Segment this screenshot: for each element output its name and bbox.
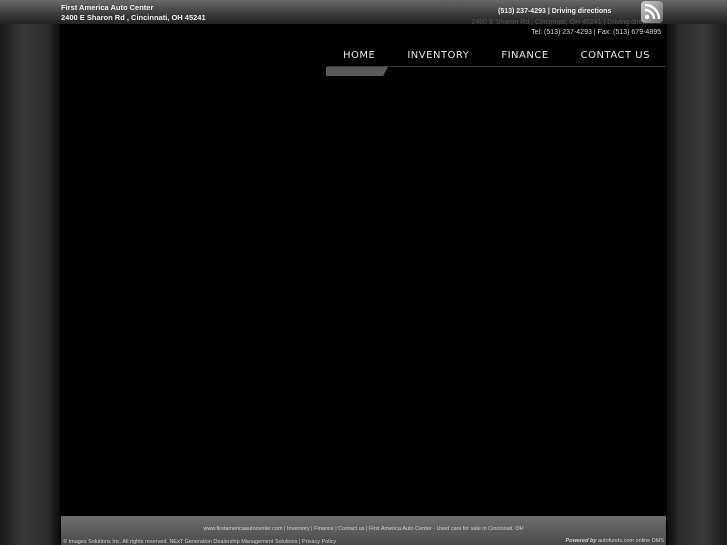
nav-finance[interactable]: Finance <box>501 50 548 61</box>
nav-active-indicator <box>326 67 388 76</box>
copyright: © Images Solutions Inc. All rights reser… <box>63 539 337 545</box>
tel-fax: Tel: (513) 237-4293 | Fax: (513) 679-489… <box>531 29 661 36</box>
rss-icon[interactable] <box>641 1 663 23</box>
footer-links[interactable]: www.firstamericaautocenter.com | Invento… <box>61 526 666 532</box>
phone-number[interactable]: (513) 237-4293 <box>498 8 546 15</box>
left-side-gradient <box>0 0 60 545</box>
phone-line: (513) 237-4293 | Driving directions <box>498 8 611 15</box>
nav-divider <box>327 66 666 67</box>
ghost-header-text: First America Auto Center | Inventory | … <box>440 0 615 7</box>
powered-by: Powered by autofunds.com online DMS <box>566 538 664 544</box>
powered-by-label: Powered by <box>565 538 597 544</box>
footer: www.firstamericaautocenter.com | Invento… <box>61 516 666 545</box>
nav-inventory[interactable]: Inventory <box>407 50 469 61</box>
ghost-address-text: 2400 E Sharon Rd , Cincinnati, OH 45241 … <box>471 19 661 26</box>
main-nav: Home Inventory Finance Contact us <box>327 44 666 66</box>
nav-contact-us[interactable]: Contact us <box>581 50 650 61</box>
powered-by-link[interactable]: autofunds.com online DMS <box>598 538 664 544</box>
dealer-info: First America Auto Center 2400 E Sharon … <box>61 3 206 23</box>
dealer-address: 2400 E Sharon Rd , Cincinnati, OH 45241 <box>61 13 206 22</box>
nav-home[interactable]: Home <box>343 50 375 61</box>
driving-directions-link[interactable]: Driving directions <box>552 8 612 15</box>
dealer-name: First America Auto Center <box>61 3 154 12</box>
right-side-gradient <box>667 0 727 545</box>
phone-separator: | <box>547 8 550 15</box>
